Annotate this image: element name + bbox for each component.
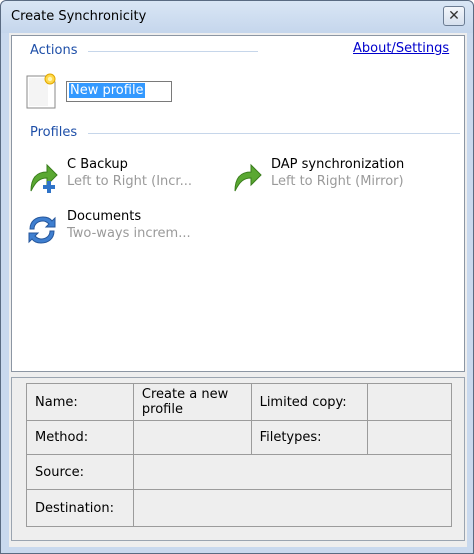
window-title: Create Synchronicity — [11, 9, 147, 24]
new-document-icon[interactable] — [26, 73, 56, 109]
profile-name: Documents — [67, 209, 142, 224]
new-profile-input-text: New profile — [69, 83, 145, 98]
profiles-panel: Actions About/Settings New profile Profi… — [11, 35, 465, 372]
filetypes-value — [367, 420, 452, 455]
source-value — [132, 454, 453, 490]
profiles-divider — [88, 133, 460, 134]
profile-item-dap-synchronization[interactable]: DAP synchronization Left to Right (Mirro… — [229, 157, 429, 201]
actions-section-label: Actions — [30, 43, 78, 58]
arrow-plus-icon — [30, 163, 58, 193]
two-way-sync-icon — [28, 216, 56, 244]
close-icon: ✕ — [448, 8, 460, 24]
method-label: Method: — [26, 420, 134, 455]
profile-description: Left to Right (Mirror) — [271, 174, 404, 189]
profiles-section-label: Profiles — [30, 125, 78, 140]
profile-details-table: Name: Create a new profile Limited copy:… — [26, 383, 453, 527]
destination-value — [132, 489, 453, 527]
profile-name: DAP synchronization — [271, 157, 405, 172]
source-label: Source: — [26, 454, 134, 490]
profile-item-c-backup[interactable]: C Backup Left to Right (Incr... — [25, 157, 215, 201]
name-label: Name: — [26, 383, 134, 421]
name-value: Create a new profile — [132, 383, 252, 421]
limited-copy-value — [367, 383, 452, 421]
about-settings-link[interactable]: About/Settings — [353, 41, 449, 56]
arrow-right-icon — [234, 163, 262, 192]
profile-description: Two-ways increm... — [67, 226, 191, 241]
window-client-area: Actions About/Settings New profile Profi… — [9, 33, 467, 547]
app-window: Create Synchronicity ✕ Actions About/Set… — [0, 0, 474, 554]
actions-divider — [88, 51, 258, 52]
title-bar[interactable]: Create Synchronicity ✕ — [1, 1, 473, 33]
profile-item-documents[interactable]: Documents Two-ways increm... — [25, 209, 215, 253]
filetypes-label: Filetypes: — [250, 420, 369, 455]
profile-name: C Backup — [67, 157, 128, 172]
destination-label: Destination: — [26, 489, 134, 527]
profile-details-panel: Name: Create a new profile Limited copy:… — [11, 377, 465, 541]
profile-description: Left to Right (Incr... — [67, 174, 192, 189]
new-profile-input[interactable]: New profile — [66, 81, 172, 102]
limited-copy-label: Limited copy: — [250, 383, 369, 421]
close-button[interactable]: ✕ — [443, 6, 465, 26]
method-value — [132, 420, 252, 455]
